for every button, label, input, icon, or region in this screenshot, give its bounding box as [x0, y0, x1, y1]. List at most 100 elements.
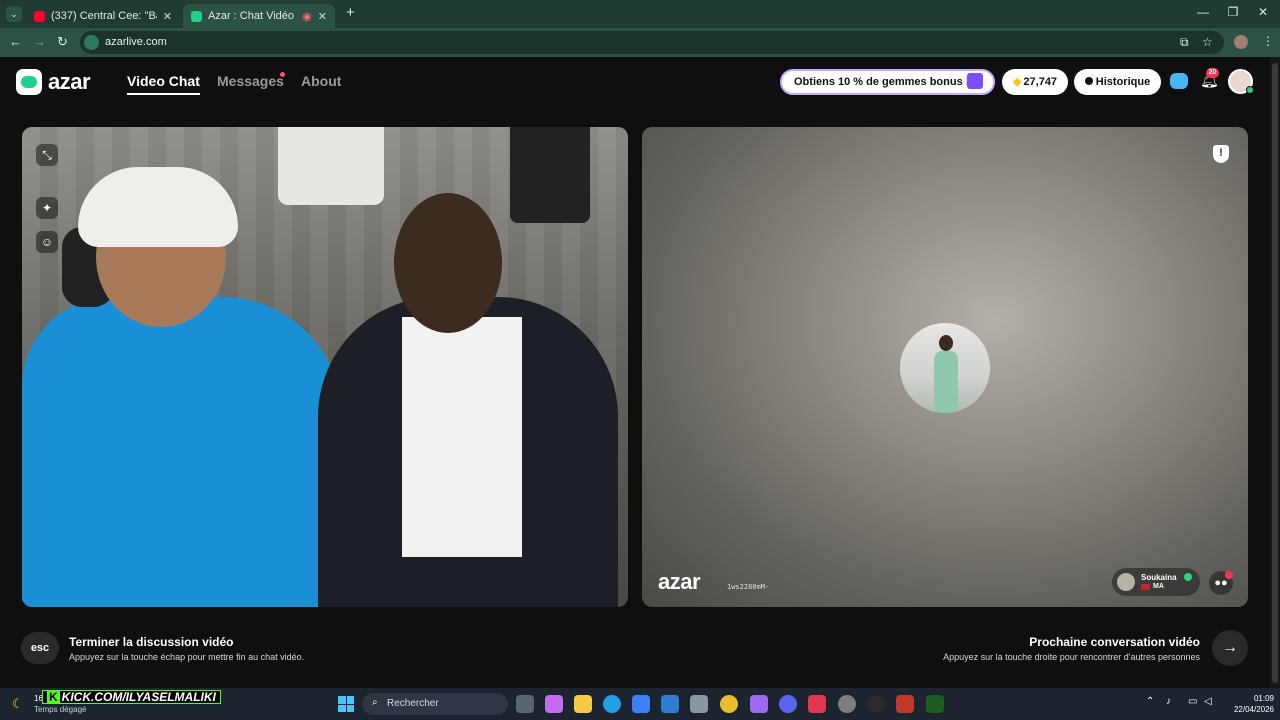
weather-description: Temps dégagé	[34, 705, 87, 714]
person-blue-sweater	[22, 297, 342, 607]
obs-icon[interactable]	[838, 695, 856, 713]
adobe-icon[interactable]	[808, 695, 826, 713]
app-icon[interactable]	[690, 695, 708, 713]
morocco-flag-icon	[1141, 584, 1150, 590]
nav-messages[interactable]: Messages	[217, 73, 284, 89]
app-icon-red[interactable]	[896, 695, 914, 713]
hanging-jacket	[510, 127, 590, 223]
remote-user-name: Soukaina	[1141, 573, 1177, 582]
hanging-shirt	[278, 127, 384, 205]
back-icon[interactable]: ←	[9, 34, 22, 49]
scrollbar-thumb[interactable]	[1272, 63, 1278, 683]
nav-about[interactable]: About	[301, 73, 341, 89]
end-chat-button[interactable]: esc	[21, 632, 59, 664]
file-explorer-icon[interactable]	[574, 695, 592, 713]
next-chat-button[interactable]: →	[1212, 630, 1248, 666]
verified-icon	[1184, 573, 1192, 581]
reload-icon[interactable]: ↻	[57, 34, 68, 50]
discord-icon[interactable]	[779, 695, 797, 713]
address-bar-row: ← → ↻ azarlive.com ⧉ ☆	[0, 28, 1280, 57]
game-controller-icon[interactable]	[750, 695, 768, 713]
bookmark-star-icon[interactable]: ☆	[1202, 35, 1213, 49]
site-info-icon[interactable]	[84, 35, 99, 50]
clock-time[interactable]: 01:09	[1240, 694, 1274, 703]
azar-watermark: azar	[658, 569, 701, 594]
tab-title: Azar : Chat Vidéo avec de n	[208, 10, 296, 22]
edge-icon[interactable]	[603, 695, 621, 713]
nav-video-chat[interactable]: Video Chat	[127, 73, 200, 95]
tab-search-button[interactable]: ⌄	[6, 6, 22, 22]
copilot-icon[interactable]	[545, 695, 563, 713]
kick-logo: K	[47, 690, 60, 704]
recording-icon: ◉	[302, 10, 312, 23]
overlay-text: KICK.COM/ILYASELMALIKI	[61, 690, 216, 704]
speaker-muted-icon[interactable]: ◁	[1204, 696, 1212, 707]
magic-wand-icon[interactable]: ✦	[36, 197, 58, 219]
moon-weather-icon[interactable]: ☾	[12, 696, 24, 712]
restore-button[interactable]: ❐	[1218, 5, 1248, 19]
chrome-icon[interactable]	[720, 695, 738, 713]
page-scrollbar[interactable]	[1270, 57, 1280, 688]
tab-title: (337) Central Cee: "Band4Band	[51, 10, 157, 22]
network-icon[interactable]: ▭	[1188, 696, 1197, 707]
face-effect-icon[interactable]: ☺	[36, 231, 58, 253]
tab-azar[interactable]: Azar : Chat Vidéo avec de n ◉ ✕	[183, 4, 335, 28]
remote-video-feed: ! azar 1ws2280mM- Soukaina MA ●●	[642, 127, 1248, 607]
gem-bonus-promo-button[interactable]: Obtiens 10 % de gemmes bonus !	[780, 69, 995, 95]
next-chat-hint: Appuyez sur la touche droite pour rencon…	[943, 652, 1200, 662]
browser-profile-avatar[interactable]	[1234, 35, 1248, 49]
gift-icon	[967, 73, 983, 89]
gem-icon: ◆	[1012, 76, 1022, 88]
tab-youtube[interactable]: (337) Central Cee: "Band4Band ✕	[26, 4, 180, 28]
taskbar-search-placeholder: Rechercher	[387, 698, 439, 709]
close-window-button[interactable]: ✕	[1248, 5, 1278, 19]
white-cap	[78, 167, 238, 247]
url-bar[interactable]: azarlive.com ⧉ ☆	[80, 31, 1224, 54]
history-label: Historique	[1095, 76, 1151, 88]
azar-logo-text: azar	[48, 69, 91, 94]
gems-balance-button[interactable]: ◆ 27,747	[1002, 69, 1068, 95]
end-chat-hint: Appuyez sur la touche échap pour mettre …	[69, 652, 305, 662]
kick-app-icon[interactable]	[926, 695, 944, 713]
clock-date[interactable]: 22/04/2026	[1224, 705, 1274, 714]
next-chat-title: Prochaine conversation vidéo	[1029, 635, 1200, 649]
minimize-button[interactable]: —	[1188, 5, 1218, 19]
install-app-icon[interactable]: ⧉	[1180, 35, 1189, 50]
online-status-dot	[1246, 86, 1254, 94]
steam-icon[interactable]	[867, 695, 885, 713]
notification-badge: 20	[1206, 68, 1219, 78]
person-right-head	[394, 193, 502, 333]
end-chat-title: Terminer la discussion vidéo	[69, 635, 234, 649]
url-text: azarlive.com	[105, 36, 167, 48]
report-shield-icon[interactable]: !	[1213, 145, 1229, 163]
remote-user-avatar	[1117, 573, 1135, 591]
task-view-icon[interactable]	[516, 695, 534, 713]
azar-header: azar Video Chat Messages About Obtiens 1…	[0, 57, 1270, 107]
remote-user-body	[934, 351, 958, 413]
youtube-icon	[34, 10, 45, 22]
windows-start-icon[interactable]	[338, 696, 354, 712]
remote-user-chip[interactable]: Soukaina MA	[1112, 568, 1200, 596]
store-icon[interactable]	[632, 695, 650, 713]
chat-badge	[1225, 571, 1233, 579]
stream-overlay-banner: K KICK.COM/ILYASELMALIKI	[42, 690, 221, 704]
remote-user-photo	[900, 323, 990, 413]
close-tab-icon[interactable]: ✕	[163, 10, 172, 23]
azar-logo[interactable]: azar	[16, 69, 91, 95]
history-button[interactable]: Historique	[1074, 69, 1161, 95]
history-icon	[1084, 77, 1093, 85]
azar-chat-icon[interactable]	[1170, 73, 1188, 89]
white-shirt	[402, 317, 522, 557]
new-tab-button[interactable]: +	[346, 4, 355, 21]
tray-overflow-icon[interactable]: ⌃	[1146, 696, 1154, 707]
collapse-icon[interactable]: ⤡	[36, 144, 58, 166]
forward-icon[interactable]: →	[33, 34, 46, 49]
session-id: 1ws2280mM-	[727, 583, 770, 591]
microphone-icon[interactable]: ♪	[1166, 696, 1171, 707]
remote-user-country: MA	[1153, 583, 1164, 590]
taskbar-search[interactable]: ⌕ Rechercher	[362, 693, 508, 715]
close-tab-icon[interactable]: ✕	[318, 10, 327, 23]
browser-menu-icon[interactable]: ⋮	[1262, 34, 1274, 48]
outlook-icon[interactable]	[661, 695, 679, 713]
promo-label: Obtiens 10 % de gemmes bonus !	[794, 76, 970, 88]
